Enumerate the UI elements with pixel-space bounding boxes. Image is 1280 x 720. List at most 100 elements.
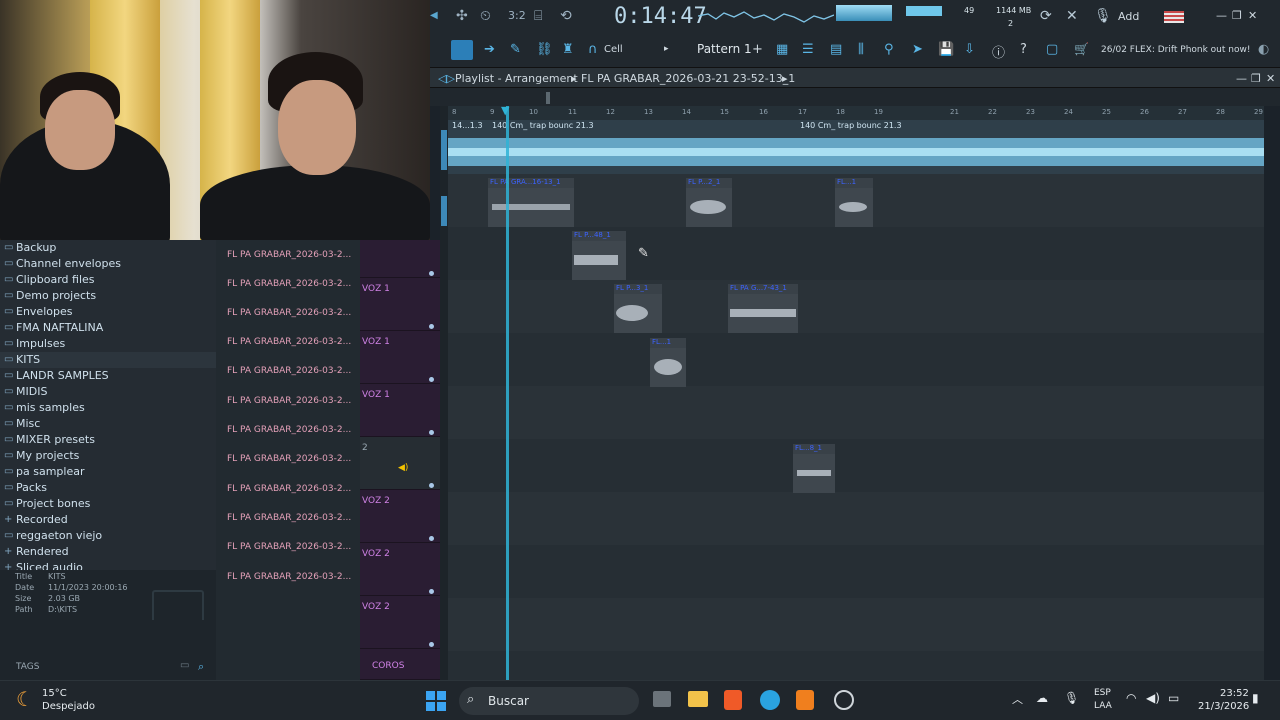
track-dot[interactable]	[429, 377, 434, 382]
speaker-icon[interactable]: ◀)	[398, 463, 408, 473]
folder-item[interactable]: ▭ Impulses	[0, 336, 216, 352]
playhead-marker-icon[interactable]: ▼	[501, 104, 509, 117]
folder-item[interactable]: ▭ Backup	[0, 240, 216, 256]
weather-desc[interactable]: Despejado	[42, 701, 95, 712]
arrow-tool-icon[interactable]: ➔	[484, 42, 495, 57]
audio-clip[interactable]: FL P...48_1	[572, 231, 626, 280]
mixer-icon[interactable]: ▦	[776, 42, 788, 57]
audio-clip[interactable]: FL PA GRA...16-13_1	[488, 178, 574, 227]
clip-list-item[interactable]: FL PA GRABAR_2026-03-2...	[227, 337, 351, 347]
song-time[interactable]: 0:14:47	[614, 4, 707, 29]
folder-item[interactable]: ▭ mis samples	[0, 400, 216, 416]
folder-item[interactable]: ▭ reggaeton viejo	[0, 528, 216, 544]
clip-list-item[interactable]: FL PA GRABAR_2026-03-2...	[227, 250, 351, 260]
clip-list-item[interactable]: FL PA GRABAR_2026-03-2...	[227, 366, 351, 376]
pencil-tool-icon[interactable]: ✎	[510, 42, 521, 57]
folder-item[interactable]: + Sliced audio	[0, 560, 216, 570]
folder-item[interactable]: ▭ Channel envelopes	[0, 256, 216, 272]
windows-start-icon[interactable]	[426, 691, 446, 711]
track-header[interactable]: VOZ 2	[360, 543, 440, 596]
telegram-icon[interactable]	[760, 690, 780, 710]
clip-list-item[interactable]: FL PA GRABAR_2026-03-2...	[227, 454, 351, 464]
pattern-select[interactable]: Pattern 1	[697, 42, 752, 56]
folder-item[interactable]: ▭ MIDIS	[0, 384, 216, 400]
volume-icon[interactable]: ◀)	[1146, 691, 1160, 705]
audio-clip[interactable]: FL...1	[835, 178, 873, 227]
folder-item[interactable]: ▭ My projects	[0, 448, 216, 464]
folder-item[interactable]: ▭ Packs	[0, 480, 216, 496]
window-icon[interactable]: ▢	[1046, 42, 1058, 57]
track-dot[interactable]	[429, 324, 434, 329]
playlist-view-button[interactable]	[451, 40, 473, 60]
folder-item-selected[interactable]: ▭ KITS	[0, 352, 216, 368]
clip-list-item[interactable]: FL PA GRABAR_2026-03-2...	[227, 542, 351, 552]
playlist-grid[interactable]: 14...1.3 140 Cm_ trap bounc 21.3 140 Cm_…	[448, 120, 1264, 680]
audio-clip[interactable]: FL...1	[650, 338, 686, 387]
folder-item[interactable]: ▭ MIXER presets	[0, 432, 216, 448]
maximize-icon[interactable]: ❐	[1232, 9, 1242, 22]
track-header[interactable]: 2 ◀)	[360, 437, 440, 490]
audio-clip[interactable]: FL P...3_1	[614, 284, 662, 333]
folder-item[interactable]: ▭ Project bones	[0, 496, 216, 512]
close-icon[interactable]: ✕	[1248, 9, 1257, 22]
clip-list-item[interactable]: FL PA GRABAR_2026-03-2...	[227, 572, 351, 582]
add-pattern-icon[interactable]: +	[752, 42, 763, 57]
track-header[interactable]: COROS	[360, 649, 440, 680]
audio-clip[interactable]: FL P...2_1	[686, 178, 732, 227]
taskbar-search[interactable]: ⌕ Buscar	[459, 687, 639, 715]
magnet-icon[interactable]: ∩	[588, 42, 598, 57]
audio-clip-beat[interactable]: 14...1.3 140 Cm_ trap bounc 21.3 140 Cm_…	[448, 120, 1264, 174]
pattern-arrow-icon[interactable]: ▸	[664, 44, 669, 54]
mic-tray-icon[interactable]: 🎙	[1064, 691, 1079, 705]
minimize-icon[interactable]: —	[1216, 9, 1227, 22]
audio-clip[interactable]: FL...8_1	[793, 444, 835, 493]
notification-icon[interactable]: ▮	[1252, 691, 1259, 705]
track-header[interactable]	[360, 240, 440, 278]
clip-list-item[interactable]: FL PA GRABAR_2026-03-2...	[227, 279, 351, 289]
loop-icon[interactable]: ⟲	[560, 8, 572, 24]
chevron-up-icon[interactable]: ︿	[1012, 691, 1023, 707]
tempo-readout[interactable]: 3:2	[508, 9, 526, 22]
folder-small-icon[interactable]: ▭	[180, 660, 189, 671]
folder-item[interactable]: ▭ Demo projects	[0, 288, 216, 304]
browser-icon[interactable]: ➤	[912, 42, 923, 57]
clip-list-item[interactable]: FL PA GRABAR_2026-03-2...	[227, 484, 351, 494]
pl-maximize-icon[interactable]: ❐	[1251, 72, 1261, 85]
folder-item[interactable]: + Rendered	[0, 544, 216, 560]
flag-icon[interactable]	[1164, 11, 1184, 23]
timeline-ruler[interactable]: 8 9 10 11 12 13 14 15 16 17 18 19 21 22 …	[448, 106, 1264, 120]
info-icon[interactable]: ⓘ	[992, 42, 1005, 61]
folder-item[interactable]: + Recorded	[0, 512, 216, 528]
track-dot[interactable]	[429, 642, 434, 647]
plugin-icon[interactable]: ⚲	[884, 42, 894, 57]
folder-item[interactable]: ▭ LANDR SAMPLES	[0, 368, 216, 384]
record-mode-icon[interactable]: ⌸	[534, 8, 542, 24]
track-dot[interactable]	[429, 430, 434, 435]
tools-icon[interactable]: ✕	[1066, 8, 1078, 24]
weather-icon[interactable]: ☾	[16, 687, 34, 711]
stamp-tool-icon[interactable]: ♜	[562, 42, 574, 57]
add-menu[interactable]: Add	[1118, 10, 1139, 23]
fl-studio-icon[interactable]	[796, 690, 814, 710]
brave-icon[interactable]	[724, 690, 742, 710]
wifi-icon[interactable]: ◠	[1126, 691, 1136, 705]
track-header[interactable]: VOZ 2	[360, 490, 440, 543]
faders-icon[interactable]: ⫼	[858, 42, 864, 57]
pl-close-icon[interactable]: ✕	[1266, 72, 1275, 85]
language[interactable]: ESP	[1094, 688, 1111, 698]
keyboard-layout[interactable]: LAA	[1094, 701, 1112, 711]
help-icon[interactable]: ?	[1020, 42, 1027, 57]
folder-item[interactable]: ▭ Clipboard files	[0, 272, 216, 288]
app-icon[interactable]	[834, 690, 854, 710]
track-header[interactable]: VOZ 2	[360, 596, 440, 649]
news-ticker[interactable]: 26/02 FLEX: Drift Phonk out now!	[1101, 45, 1250, 55]
cloud-icon[interactable]: ☁	[1036, 691, 1048, 705]
track-dot[interactable]	[429, 589, 434, 594]
track-dot[interactable]	[429, 536, 434, 541]
weather-temp[interactable]: 15°C	[42, 688, 67, 699]
track-dot[interactable]	[429, 271, 434, 276]
snap-select[interactable]: Cell	[604, 44, 623, 55]
clip-list-item[interactable]: FL PA GRABAR_2026-03-2...	[227, 425, 351, 435]
clip-list-item[interactable]: FL PA GRABAR_2026-03-2...	[227, 396, 351, 406]
folder-item[interactable]: ▭ Misc	[0, 416, 216, 432]
